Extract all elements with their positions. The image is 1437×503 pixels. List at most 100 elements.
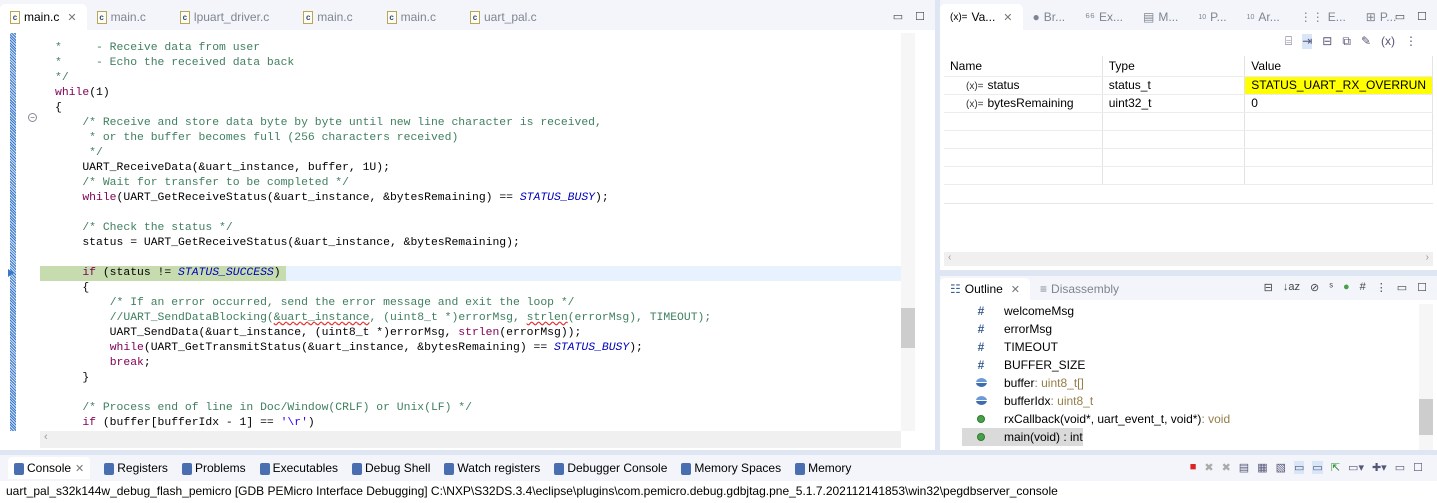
- scroll-thumb[interactable]: [1419, 399, 1433, 435]
- scroll-thumb[interactable]: [901, 308, 915, 348]
- outline-item[interactable]: # BUFFER_SIZE: [970, 356, 1086, 374]
- hide-fields-icon[interactable]: ⊘: [1310, 281, 1319, 294]
- close-icon[interactable]: ✕: [1003, 11, 1012, 24]
- minimize-icon[interactable]: ▭: [893, 10, 903, 23]
- detail-pane[interactable]: [944, 203, 1433, 251]
- minimize-icon[interactable]: ▭: [1397, 281, 1407, 294]
- tab-disassembly[interactable]: ≡ Disassembly: [1030, 278, 1129, 300]
- remove-all-icon[interactable]: ✖: [1222, 461, 1231, 474]
- code-line[interactable]: status = UART_GetReceiveStatus(&uart_ins…: [55, 236, 520, 251]
- horizontal-scrollbar[interactable]: ‹: [40, 431, 901, 448]
- tab-modules[interactable]: ▤ M...: [1133, 4, 1188, 30]
- outline-item[interactable]: main(void) : int: [962, 428, 1083, 446]
- fold-collapse-icon[interactable]: −: [28, 113, 37, 122]
- changed-value[interactable]: STATUS_UART_RX_OVERRUN: [1244, 76, 1433, 95]
- code-line[interactable]: /* Check the status */: [55, 221, 232, 236]
- outline-item[interactable]: buffer : uint8_t[]: [970, 374, 1084, 392]
- hide-nonpublic-icon[interactable]: ●: [1343, 281, 1350, 294]
- code-line[interactable]: //UART_SendDataBlocking(&uart_instance, …: [55, 311, 712, 326]
- maximize-icon[interactable]: ☐: [1417, 10, 1427, 23]
- code-line[interactable]: /* If an error occurred, send the error …: [55, 296, 575, 311]
- close-icon[interactable]: ✕: [1011, 283, 1020, 296]
- outline-item[interactable]: rxCallback(void*, uart_event_t, void*) :…: [970, 410, 1230, 428]
- scroll-lock-icon[interactable]: ▤: [1239, 461, 1249, 474]
- display-console-icon[interactable]: ▭▾: [1348, 461, 1364, 474]
- code-line[interactable]: * - Receive data from user: [55, 41, 260, 56]
- collapse-all-icon[interactable]: ⊟: [1322, 34, 1332, 49]
- minimize-icon[interactable]: ▭: [1395, 461, 1405, 474]
- remove-launch-icon[interactable]: ✖: [1204, 461, 1213, 474]
- tab-problems[interactable]: Problems: [181, 461, 246, 475]
- code-line[interactable]: */: [55, 71, 69, 86]
- outline-item[interactable]: # welcomeMsg: [970, 302, 1074, 320]
- hide-static-icon[interactable]: ˢ: [1329, 281, 1333, 294]
- tab-main-c-3[interactable]: c main.c: [293, 4, 362, 30]
- tab-main-c[interactable]: c main.c ✕: [0, 4, 87, 30]
- tab-lpuart-driver[interactable]: c lpuart_driver.c: [170, 4, 279, 30]
- open-console-icon[interactable]: ✚▾: [1372, 461, 1387, 474]
- maximize-icon[interactable]: ☐: [1417, 281, 1427, 294]
- code-line[interactable]: {: [55, 101, 62, 116]
- code-line[interactable]: UART_ReceiveData(&uart_instance, buffer,…: [55, 161, 390, 176]
- maximize-icon[interactable]: ☐: [915, 10, 925, 23]
- column-value[interactable]: Value: [1244, 56, 1433, 77]
- tab-executables[interactable]: Executables: [259, 461, 338, 475]
- sort-icon[interactable]: ↓az: [1283, 281, 1300, 294]
- tab-memory-spaces[interactable]: Memory Spaces: [681, 461, 781, 475]
- outline-item[interactable]: bufferIdx : uint8_t: [970, 392, 1093, 410]
- code-line[interactable]: if (status != STATUS_SUCCESS): [55, 266, 280, 281]
- code-line[interactable]: /* Process end of line in Doc/Window(CRL…: [55, 401, 472, 416]
- tab-uart-pal[interactable]: c uart_pal.c: [460, 4, 547, 30]
- code-line[interactable]: while(UART_GetTransmitStatus(&uart_insta…: [55, 341, 643, 356]
- horizontal-scrollbar[interactable]: ‹ ›: [944, 252, 1433, 266]
- show-type-names-icon[interactable]: ⌸: [1285, 34, 1292, 49]
- tab-main-c-2[interactable]: c main.c: [87, 4, 156, 30]
- code-line[interactable]: }: [55, 371, 89, 386]
- tab-main-c-4[interactable]: c main.c: [377, 4, 446, 30]
- code-line[interactable]: {: [55, 281, 89, 296]
- table-row[interactable]: (x)= status status_t STATUS_UART_RX_OVERRUN: [944, 76, 1433, 95]
- tab-registers[interactable]: Registers: [104, 461, 168, 475]
- new-view-icon[interactable]: ⧉: [1342, 34, 1351, 49]
- vertical-scrollbar[interactable]: [1419, 304, 1433, 450]
- tab-expressions[interactable]: ⁶⁶ Ex...: [1075, 4, 1133, 30]
- outline-item[interactable]: # errorMsg: [970, 320, 1052, 338]
- clear-console-icon[interactable]: ▦: [1257, 461, 1267, 474]
- tab-peripherals[interactable]: 10 P...: [1188, 4, 1236, 30]
- column-name[interactable]: Name: [944, 56, 1103, 77]
- tab-breakpoints[interactable]: ● Br...: [1023, 4, 1076, 30]
- code-line[interactable]: while(1): [55, 86, 110, 101]
- minimize-icon[interactable]: ▭: [1395, 10, 1405, 23]
- hide-macros-icon[interactable]: #: [1360, 281, 1366, 294]
- tab-debugger-console[interactable]: Debugger Console: [554, 461, 667, 475]
- pin-console-icon[interactable]: ⇱: [1331, 461, 1340, 474]
- show-on-stderr-icon[interactable]: ▭: [1312, 461, 1323, 474]
- table-row[interactable]: (x)= bytesRemaining uint32_t 0: [944, 94, 1433, 113]
- pin-icon[interactable]: ✎: [1361, 34, 1371, 49]
- code-line[interactable]: * or the buffer becomes full (256 charac…: [55, 131, 458, 146]
- terminate-icon[interactable]: ■: [1190, 461, 1197, 474]
- word-wrap-icon[interactable]: ▧: [1276, 461, 1286, 474]
- code-line[interactable]: if (buffer[bufferIdx - 1] == '\r'): [55, 416, 314, 431]
- code-line[interactable]: /* Wait for transfer to be completed */: [55, 176, 349, 191]
- code-line[interactable]: break;: [55, 356, 151, 371]
- tab-emulator[interactable]: ⋮⋮ E...: [1290, 4, 1356, 30]
- tab-outline[interactable]: ☷ Outline ✕: [940, 278, 1031, 300]
- outline-item[interactable]: # TIMEOUT: [970, 338, 1058, 356]
- tab-debug-shell[interactable]: Debug Shell: [352, 461, 430, 475]
- view-menu-icon[interactable]: ⋮: [1405, 34, 1417, 49]
- code-line[interactable]: * - Echo the received data back: [55, 56, 294, 71]
- collapse-all-icon[interactable]: ⊟: [1264, 281, 1273, 294]
- tab-arrays[interactable]: 10 Ar...: [1237, 4, 1290, 30]
- code-area[interactable]: − * - Receive data from user * - Echo the…: [0, 33, 935, 431]
- show-logical-structure-icon[interactable]: ⇥: [1302, 34, 1313, 49]
- code-line[interactable]: UART_SendData(&uart_instance, (uint8_t *…: [55, 326, 582, 341]
- close-icon[interactable]: ✕: [67, 11, 76, 24]
- view-menu-icon[interactable]: ⋮: [1376, 281, 1387, 294]
- tab-watch-registers[interactable]: Watch registers: [444, 461, 540, 475]
- tab-memory[interactable]: Memory: [795, 461, 851, 475]
- tab-variables[interactable]: (x)= Va... ✕: [940, 4, 1023, 30]
- maximize-icon[interactable]: ☐: [1413, 461, 1423, 474]
- vertical-scrollbar[interactable]: [901, 33, 915, 431]
- code-line[interactable]: /* Receive and store data byte by byte u…: [55, 116, 602, 131]
